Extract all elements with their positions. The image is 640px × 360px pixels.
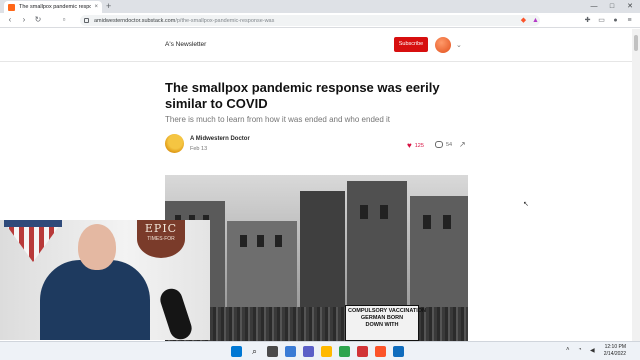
user-avatar[interactable] [435,37,451,53]
window [380,205,388,219]
window [423,215,431,229]
minimize-button[interactable]: — [585,0,603,13]
clock-date: 2/14/2022 [603,351,626,357]
like-button[interactable]: ♥ 125 [407,141,424,150]
browser-toolbar: ‹ › ↻ ▫ amidwesterndoctor.substack.com/p… [0,13,640,28]
subscribe-button[interactable]: Subscribe [394,37,428,52]
post-subtitle: There is much to learn from how it was e… [165,115,391,124]
url-text[interactable]: amidwesterndoctor.substack.com/p/the-sma… [94,18,274,24]
like-count: 125 [414,142,424,149]
app-icon[interactable] [357,346,368,357]
profile-icon[interactable]: ● [611,16,620,25]
share-icon[interactable]: ↗ [459,140,466,149]
bookmark-icon[interactable]: ▫ [58,14,70,26]
window [360,205,368,219]
newsletter-name[interactable]: A's Newsletter [165,41,206,48]
comment-button[interactable]: 54 [435,141,452,148]
epic-times-logo: EPIC TIMES·FOR [137,220,185,258]
extensions-icon[interactable]: ✚ [583,16,592,25]
tab-active[interactable]: The smallpox pandemic respons × [4,1,102,13]
presenter-head [78,224,116,270]
app-icon[interactable] [393,346,404,357]
comment-count: 54 [446,141,453,148]
system-clock[interactable]: 12:10 PM 2/14/2022 [604,344,626,358]
post-title: The smallpox pandemic response was eeril… [165,80,440,111]
back-icon[interactable]: ‹ [4,14,16,26]
rewards-icon[interactable]: ▲ [531,16,540,25]
flag-shield-band [4,220,62,227]
file-explorer-icon[interactable] [321,346,332,357]
window [257,235,264,247]
scrollbar-thumb[interactable] [634,35,638,51]
hero-image: COMPULSORY VACCINATION GERMAN BORN DOWN … [165,175,468,341]
clock-time: 12:10 PM [604,344,626,350]
search-icon[interactable]: ⌕ [249,346,260,357]
taskbar: ⌕ ˄ ◔ ◀ 12:10 PM 2/14/2022 [0,341,640,360]
substack-favicon [8,3,15,11]
widgets-icon[interactable] [285,346,296,357]
wallet-icon[interactable]: ▭ [597,16,606,25]
brave-shield-icon[interactable]: ◆ [519,16,528,25]
brave-icon[interactable] [375,346,386,357]
protest-sign: COMPULSORY VACCINATION GERMAN BORN DOWN … [345,305,427,341]
new-tab-button[interactable]: + [106,1,111,12]
heart-icon: ♥ [407,141,412,150]
sign-line: COMPULSORY VACCINATION [348,308,427,314]
post-date: Feb 13 [190,146,208,152]
address-bar[interactable]: amidwesterndoctor.substack.com/p/the-sma… [80,15,540,26]
store-icon[interactable] [339,346,350,357]
close-window-button[interactable]: ✕ [621,0,639,13]
network-icon[interactable]: ◔ [578,347,582,353]
logo-big-text: EPIC [144,222,178,235]
browser-tab-bar: The smallpox pandemic respons × + — □ ✕ [0,0,640,13]
author-avatar[interactable] [165,134,184,153]
tab-title: The smallpox pandemic respons [19,4,92,10]
chevron-down-icon[interactable]: ⌄ [456,41,462,49]
tab-close-icon[interactable]: × [94,4,98,10]
sign-line: GERMAN BORN [360,315,404,321]
task-view-icon[interactable] [267,346,278,357]
webcam-overlay: EPIC TIMES·FOR [0,220,210,340]
header-divider [0,61,632,62]
maximize-button[interactable]: □ [603,0,621,13]
mouse-cursor-icon: ↖ [523,201,529,208]
presenter-body [40,260,150,340]
chevron-up-icon[interactable]: ˄ [566,347,570,353]
menu-icon[interactable]: ≡ [625,16,634,25]
logo-small-text: TIMES·FOR [147,236,175,242]
window [275,235,282,247]
reload-icon[interactable]: ↻ [32,14,44,26]
window [240,235,247,247]
author-name[interactable]: A Midwestern Doctor [190,136,250,142]
volume-icon[interactable]: ◀ [590,347,595,354]
windows-start-icon[interactable] [231,346,242,357]
comment-icon [435,141,443,148]
teams-icon[interactable] [303,346,314,357]
forward-icon[interactable]: › [18,14,30,26]
page-scrollbar[interactable] [632,29,640,341]
window [443,215,451,229]
lock-icon[interactable] [84,18,89,23]
sign-line: DOWN WITH [365,322,399,328]
